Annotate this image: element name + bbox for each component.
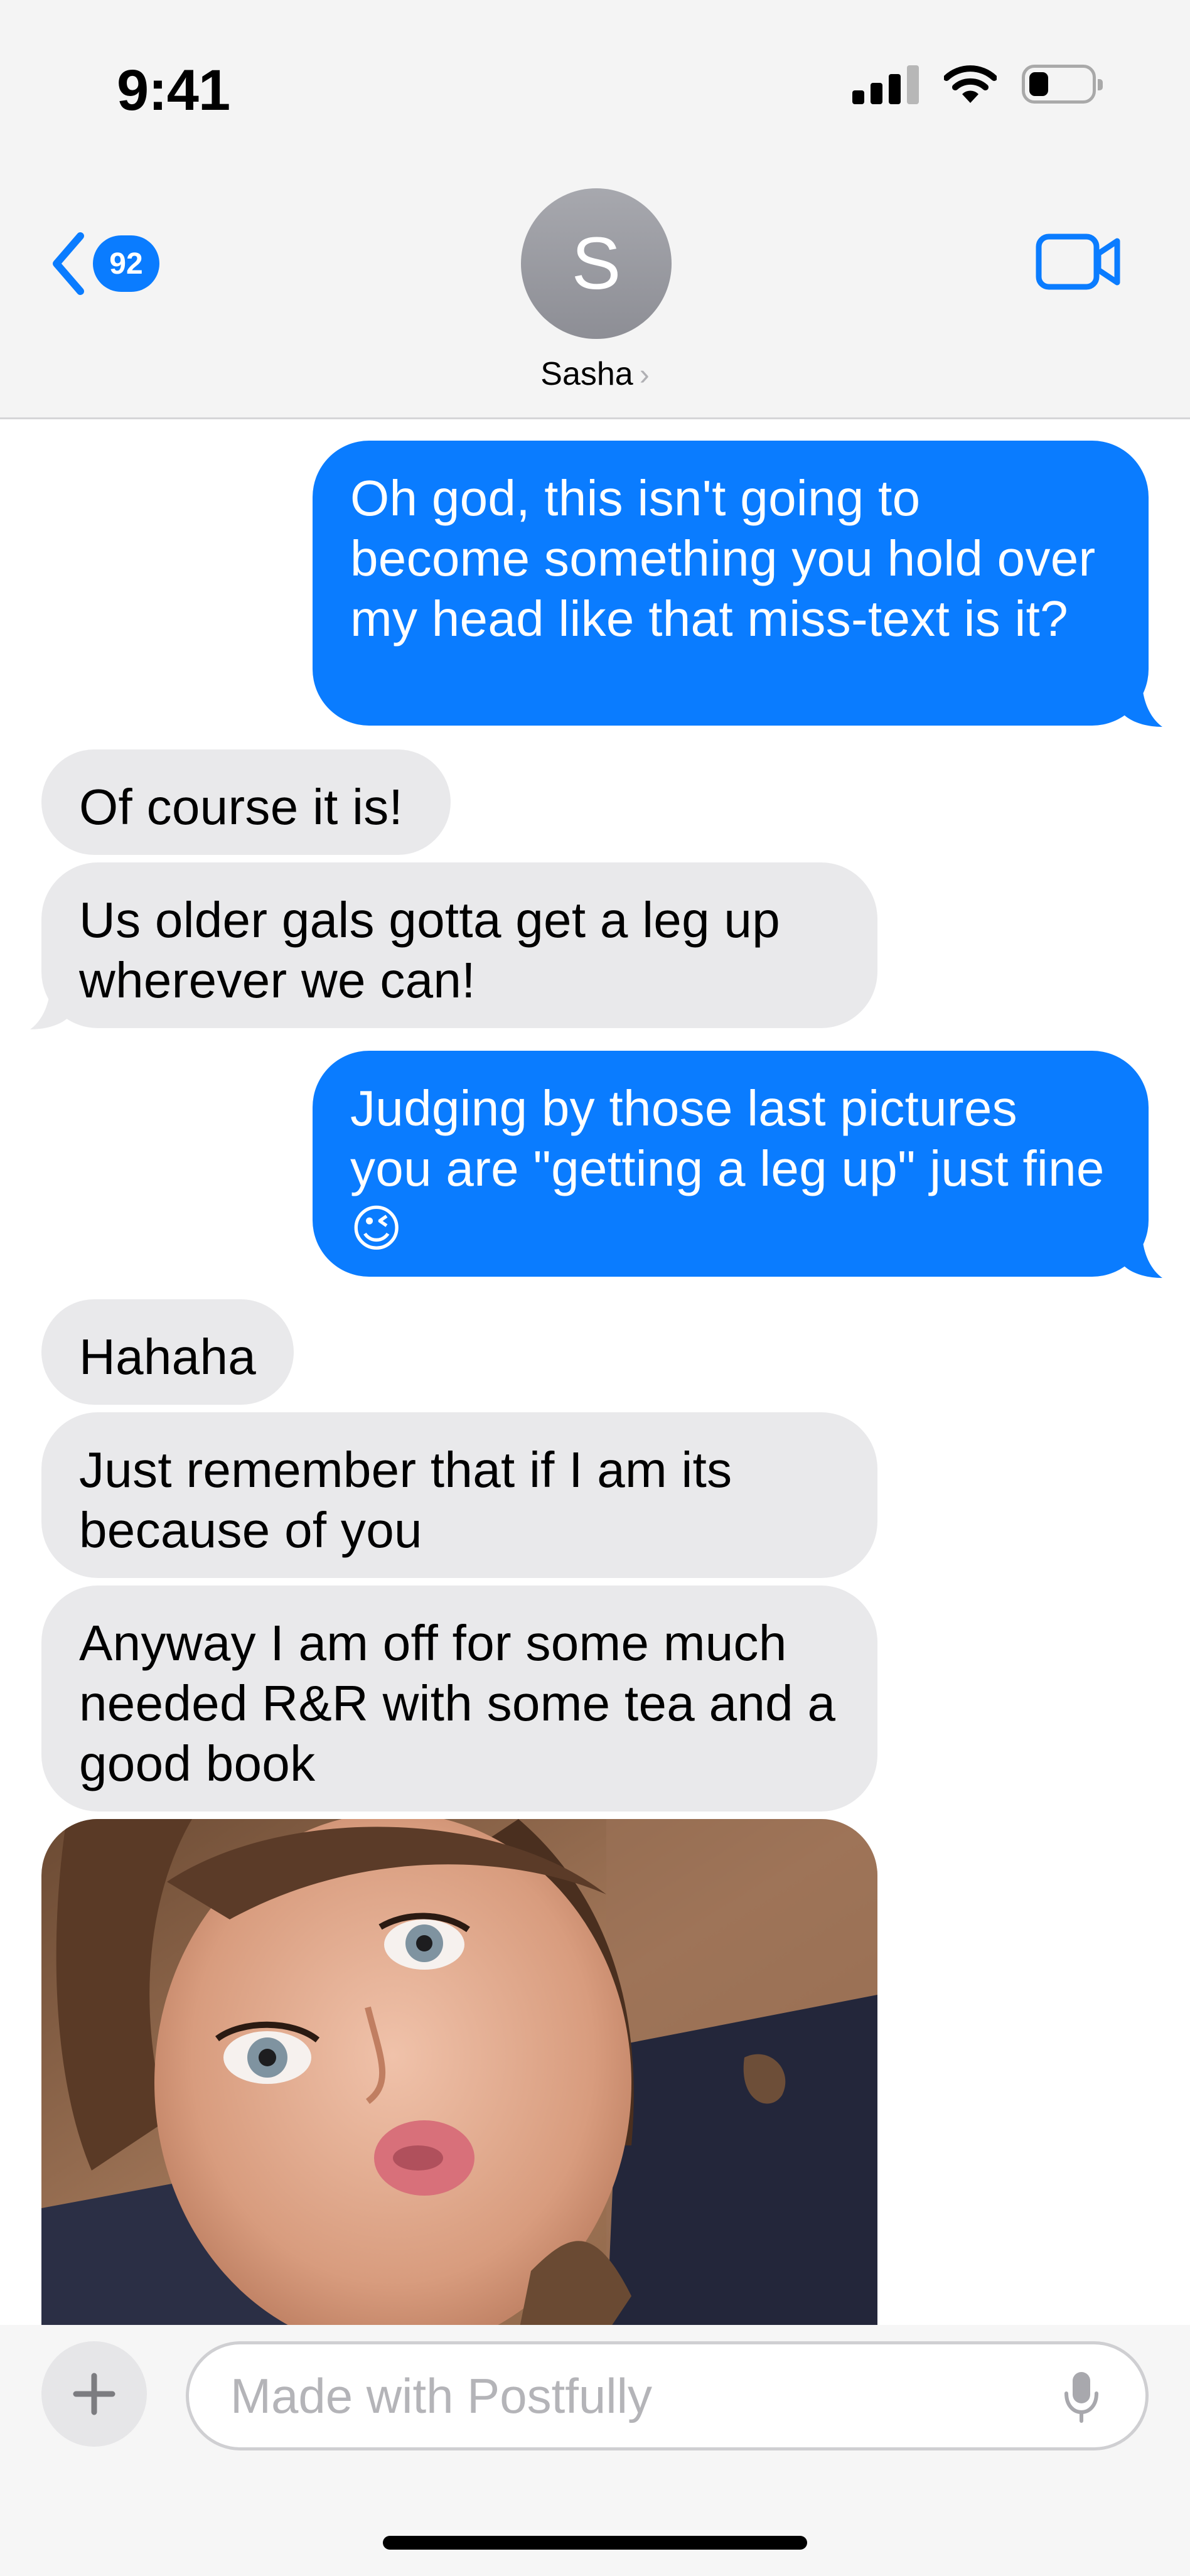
conversation-header: 9:41 92 S Sasha › (0, 0, 1190, 419)
incoming-message[interactable]: Of course it is! (41, 749, 451, 855)
message-text: Anyway I am off for some much needed R&R… (79, 1615, 836, 1791)
back-button[interactable]: 92 (49, 231, 159, 296)
battery-icon (1022, 65, 1103, 104)
plus-icon (73, 2373, 115, 2415)
message-text: Of course it is! (79, 779, 404, 835)
video-camera-icon[interactable] (1036, 233, 1121, 290)
message-text: Judging by those last pictures you are "… (350, 1080, 1105, 1257)
message-text: Oh god, this isn't going to become somet… (350, 470, 1096, 647)
message-text: Us older gals gotta get a leg up whereve… (79, 892, 780, 1008)
contact-name-label: Sasha (540, 356, 633, 392)
microphone-icon[interactable] (1063, 2371, 1100, 2423)
message-text: Just remember that if I am its because o… (79, 1442, 732, 1558)
selfie-photo (41, 1819, 877, 2334)
outgoing-message[interactable]: Oh god, this isn't going to become somet… (313, 441, 1149, 726)
signal-icon (852, 64, 919, 104)
back-chevron-icon (53, 232, 84, 295)
add-attachment-button[interactable] (41, 2341, 147, 2447)
incoming-message[interactable]: Hahaha (41, 1299, 294, 1405)
contact-avatar[interactable]: S (521, 188, 672, 339)
incoming-message[interactable]: Just remember that if I am its because o… (41, 1412, 877, 1578)
bubble-tail (30, 988, 69, 1029)
status-icons (852, 64, 1103, 104)
outgoing-message[interactable]: Judging by those last pictures you are "… (313, 1051, 1149, 1277)
bubble-tail (1123, 1237, 1162, 1278)
incoming-message[interactable]: Us older gals gotta get a leg up whereve… (41, 862, 877, 1028)
unread-count-badge: 92 (93, 235, 159, 292)
chevron-right-icon: › (639, 358, 650, 392)
contact-name[interactable]: Sasha › (0, 355, 1190, 393)
photo-attachment[interactable] (41, 1819, 877, 2334)
message-text: Hahaha (79, 1329, 257, 1385)
wifi-icon (944, 65, 997, 103)
incoming-message[interactable]: Anyway I am off for some much needed R&R… (41, 1586, 877, 1811)
bubble-tail (1123, 685, 1162, 727)
status-time: 9:41 (117, 58, 230, 122)
message-input[interactable]: Made with Postfully (186, 2341, 1149, 2450)
message-input-placeholder: Made with Postfully (230, 2368, 652, 2423)
home-indicator[interactable] (383, 2536, 807, 2550)
